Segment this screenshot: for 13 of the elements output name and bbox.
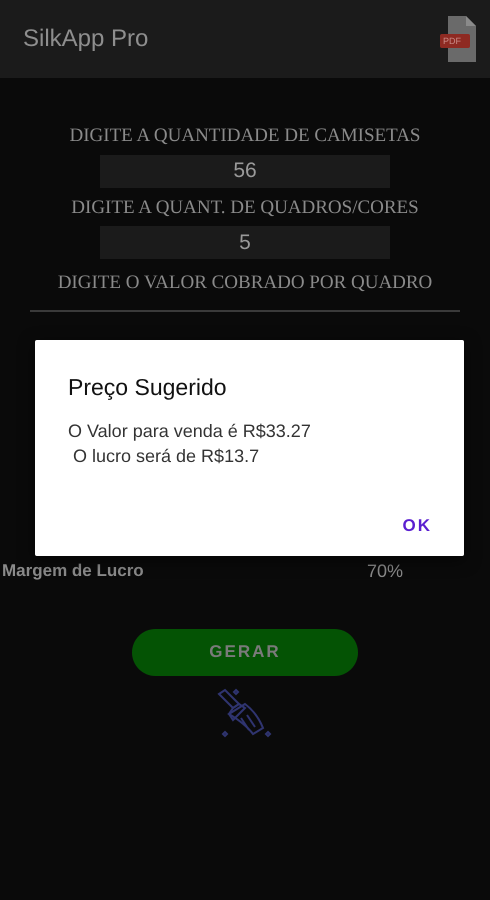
input-field[interactable]: 56 xyxy=(100,154,390,188)
app-title: SilkApp Pro xyxy=(23,24,148,54)
dialog-title: Preço Sugerido xyxy=(68,373,228,402)
broom-icon[interactable] xyxy=(216,688,274,740)
field-label: DIGITE A QUANT. DE QUADROS/CORES xyxy=(71,196,419,220)
input-field[interactable]: 5 xyxy=(100,226,390,259)
field-label: DIGITE O VALOR COBRADO POR QUADRO xyxy=(58,271,432,295)
ok-button[interactable]: OK xyxy=(394,508,440,542)
margin-label: Margem de Lucro xyxy=(2,560,145,582)
field-label: DIGITE A QUANTIDADE DE CAMISETAS xyxy=(69,124,420,148)
dialog-text: O Valor para venda é R$33.27 xyxy=(68,420,312,443)
dialog-text: O lucro será de R$13.7 xyxy=(72,444,260,468)
margin-value[interactable]: 70% xyxy=(367,558,404,584)
